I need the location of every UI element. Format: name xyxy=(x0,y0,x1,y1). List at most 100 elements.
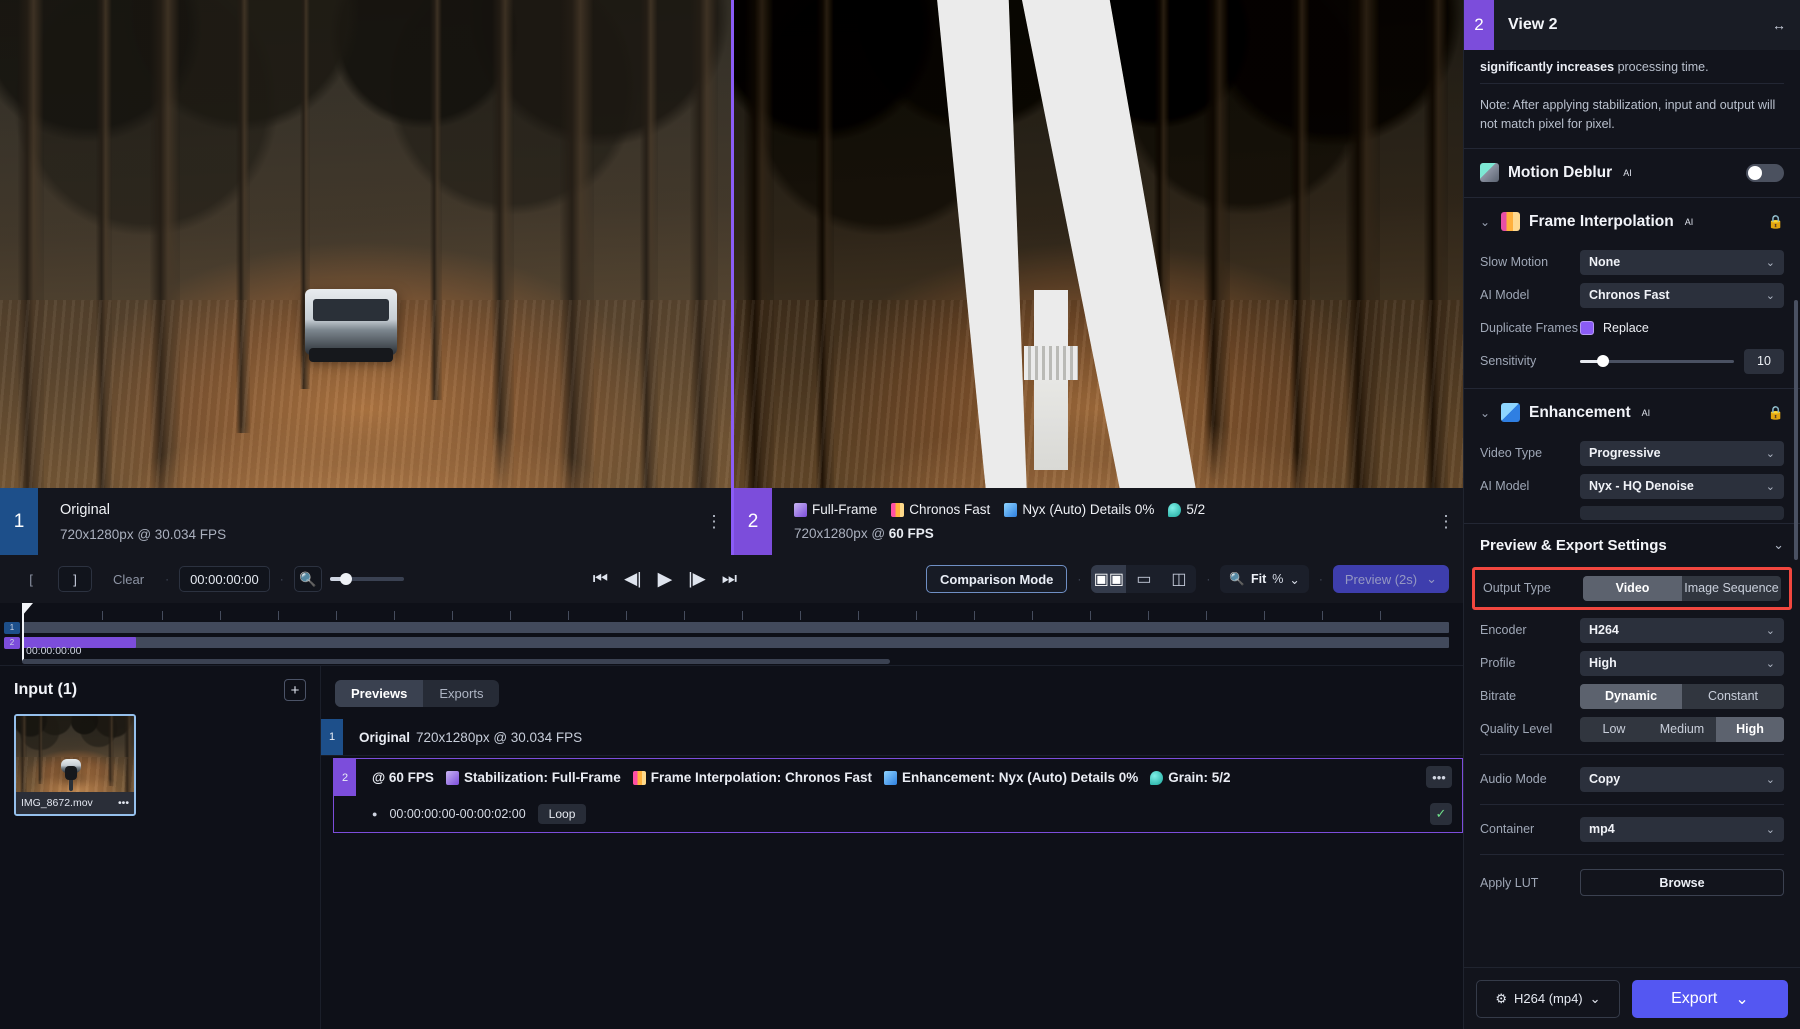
frame-interpolation-chevron-down-icon[interactable]: ⌄ xyxy=(1480,215,1492,229)
settings-sidebar: 2 View 2 ↔ significantly increases proce… xyxy=(1463,0,1800,1029)
checkbox-icon xyxy=(1580,321,1594,335)
sidebar-scrollbar[interactable] xyxy=(1794,300,1798,560)
timeline-track-1-bar[interactable] xyxy=(22,622,1449,633)
duplicate-frames-checkbox[interactable]: Replace xyxy=(1580,321,1784,335)
video-type-select[interactable]: Progressive ⌄ xyxy=(1580,441,1784,466)
clipped-field-select[interactable] xyxy=(1580,506,1784,520)
timeline[interactable]: 1 2 00:00:00:00 xyxy=(0,603,1463,665)
viewer-1-meta: 720x1280px @ 30.034 FPS xyxy=(60,527,697,542)
enhancement-lock-icon[interactable]: 🔒 xyxy=(1768,405,1784,421)
enhancement-chevron-down-icon[interactable]: ⌄ xyxy=(1480,406,1492,420)
sensitivity-label: Sensitivity xyxy=(1480,354,1580,368)
container-value: mp4 xyxy=(1589,822,1615,836)
zoom-unit-label: % xyxy=(1272,572,1283,586)
step-forward-icon[interactable]: |▶ xyxy=(688,569,706,589)
quality-option-high[interactable]: High xyxy=(1716,717,1784,742)
viewer-original[interactable]: 1 Original 720x1280px @ 30.034 FPS ⋮ xyxy=(0,0,731,555)
audio-mode-select[interactable]: Copy ⌄ xyxy=(1580,767,1784,792)
encoder-select[interactable]: H264 ⌄ xyxy=(1580,618,1784,643)
mark-out-button[interactable]: ] xyxy=(58,566,92,592)
enhancement-ai-superscript: AI xyxy=(1642,408,1651,418)
preview-button[interactable]: Preview (2s) ⌄ xyxy=(1333,565,1449,593)
chevron-down-icon[interactable]: ⌄ xyxy=(1773,537,1784,553)
single-view-icon[interactable]: ▭ xyxy=(1126,565,1161,593)
output-type-option-image-sequence[interactable]: Image Sequence xyxy=(1682,576,1781,601)
chevron-down-icon: ⌄ xyxy=(1766,289,1775,302)
codec-preset-button[interactable]: ⚙ H264 (mp4) ⌄ xyxy=(1476,980,1620,1018)
motion-deblur-toggle[interactable] xyxy=(1746,164,1784,182)
side-by-side-icon[interactable]: ◫ xyxy=(1161,565,1196,593)
processed-video-frame xyxy=(734,0,1463,555)
timeline-horizontal-scrollbar[interactable] xyxy=(22,659,890,664)
container-select[interactable]: mp4 ⌄ xyxy=(1580,817,1784,842)
playback-controls: ⏮ ◀| ▶ |▶ ⏭ xyxy=(593,568,737,591)
timeline-track-2-badge: 2 xyxy=(4,637,20,649)
quality-option-medium[interactable]: Medium xyxy=(1648,717,1716,742)
output-type-option-video[interactable]: Video xyxy=(1583,576,1682,601)
bitrate-option-constant[interactable]: Constant xyxy=(1682,684,1784,709)
video-type-label: Video Type xyxy=(1480,446,1580,460)
codec-chevron-down-icon: ⌄ xyxy=(1590,991,1601,1007)
table-row-selected[interactable]: 2 @ 60 FPS Stabilization: Full-Frame Fra… xyxy=(333,758,1463,833)
tab-previews[interactable]: Previews xyxy=(335,680,423,707)
tab-exports[interactable]: Exports xyxy=(423,680,499,707)
zoom-level-control[interactable]: 🔍 Fit % ⌄ xyxy=(1220,565,1308,593)
separator-dot: · xyxy=(165,572,169,586)
export-button[interactable]: Export ⌄ xyxy=(1632,980,1788,1018)
slow-motion-select[interactable]: None ⌄ xyxy=(1580,250,1784,275)
fi-ai-model-select[interactable]: Chronos Fast ⌄ xyxy=(1580,283,1784,308)
clear-marks-button[interactable]: Clear xyxy=(102,566,155,592)
motion-deblur-icon xyxy=(1480,163,1499,182)
comparison-mode-button[interactable]: Comparison Mode xyxy=(926,565,1067,593)
input-panel: Input (1) + IMG_8672.mov xyxy=(0,665,320,1029)
apply-lut-label: Apply LUT xyxy=(1480,876,1580,890)
duplicate-frames-value: Replace xyxy=(1603,321,1649,335)
enh-ai-model-label: AI Model xyxy=(1480,479,1580,493)
viewer-2-kebab-menu-icon[interactable]: ⋮ xyxy=(1429,488,1463,555)
sidebar-header: 2 View 2 ↔ xyxy=(1464,0,1800,50)
current-timecode-field[interactable]: 00:00:00:00 xyxy=(179,566,270,592)
enh-ai-model-select[interactable]: Nyx - HQ Denoise ⌄ xyxy=(1580,474,1784,499)
timeline-playhead[interactable] xyxy=(22,603,24,661)
table-row[interactable]: 1 Original 720x1280px @ 30.034 FPS xyxy=(321,719,1463,756)
add-input-button[interactable]: + xyxy=(284,679,306,701)
skip-to-start-icon[interactable]: ⏮ xyxy=(593,569,608,589)
split-view-icon[interactable]: ▣▣ xyxy=(1091,565,1126,593)
frame-interpolation-ai-superscript: AI xyxy=(1685,217,1694,227)
chip-label-grain: 5/2 xyxy=(1186,502,1205,517)
step-back-icon[interactable]: ◀| xyxy=(624,569,642,589)
profile-label: Profile xyxy=(1480,656,1580,670)
viewer-1-kebab-menu-icon[interactable]: ⋮ xyxy=(697,488,731,555)
bitrate-option-dynamic[interactable]: Dynamic xyxy=(1580,684,1682,709)
chevron-down-icon: ⌄ xyxy=(1766,823,1775,836)
browse-lut-button[interactable]: Browse xyxy=(1580,869,1784,896)
video-type-value: Progressive xyxy=(1589,446,1661,460)
zoom-slider[interactable] xyxy=(330,577,404,581)
preview-export-settings-header[interactable]: Preview & Export Settings ⌄ xyxy=(1464,523,1800,567)
sensitivity-value[interactable]: 10 xyxy=(1744,349,1784,374)
row-grain-swatch-icon xyxy=(1150,771,1163,785)
skip-to-end-icon[interactable]: ⏭ xyxy=(722,569,737,589)
sensitivity-slider[interactable] xyxy=(1580,360,1734,363)
frame-interpolation-label: Frame Interpolation xyxy=(1529,213,1674,231)
row-2-chip-enhancement: Enhancement: Nyx (Auto) Details 0% xyxy=(902,770,1138,785)
loop-button[interactable]: Loop xyxy=(538,804,587,824)
row-2-kebab-menu-icon[interactable]: ••• xyxy=(1426,766,1452,788)
row-2-chip-frame-interpolation: Frame Interpolation: Chronos Fast xyxy=(651,770,872,785)
quality-level-segmented-control: Low Medium High xyxy=(1580,717,1784,742)
row-2-check-icon[interactable]: ✓ xyxy=(1430,803,1452,825)
magnifier-icon[interactable]: 🔍 xyxy=(294,566,322,592)
frame-interpolation-lock-icon[interactable]: 🔒 xyxy=(1768,214,1784,230)
expand-horizontal-icon[interactable]: ↔ xyxy=(1772,17,1786,33)
input-item-menu-icon[interactable]: ••• xyxy=(118,797,129,809)
mark-in-button[interactable]: [ xyxy=(14,566,48,592)
play-icon[interactable]: ▶ xyxy=(658,568,673,591)
profile-select[interactable]: High ⌄ xyxy=(1580,651,1784,676)
chevron-down-icon: ⌄ xyxy=(1766,256,1775,269)
row-2-badge: 2 xyxy=(334,759,356,796)
quality-option-low[interactable]: Low xyxy=(1580,717,1648,742)
fi-ai-model-value: Chronos Fast xyxy=(1589,288,1670,302)
input-thumbnail-card[interactable]: IMG_8672.mov ••• xyxy=(14,714,136,816)
timeline-track-2-bar[interactable] xyxy=(22,637,1449,648)
viewer-processed[interactable]: 2 Full-Frame Chronos Fast Nyx (Auto) Det… xyxy=(731,0,1463,555)
